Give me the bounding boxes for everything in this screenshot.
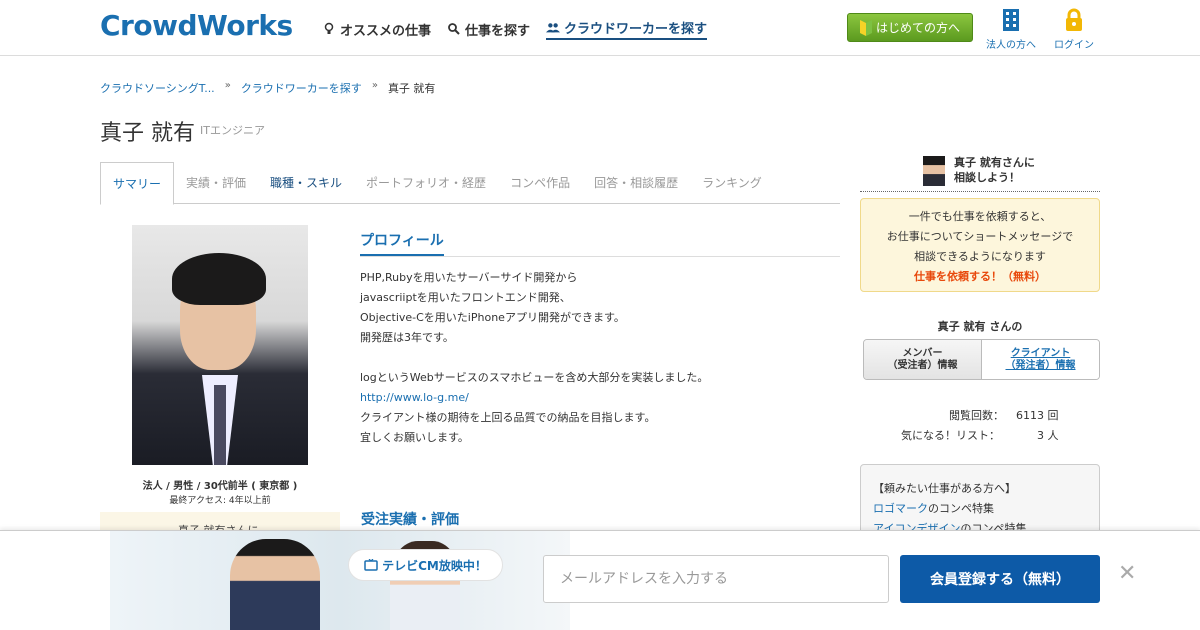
consult-header: 真子 就有さんに 相談しよう！ bbox=[860, 154, 1100, 192]
profile-tabs: サマリー 実績・評価 職種・スキル ポートフォリオ・経歴 コンペ作品 回答・相談… bbox=[100, 162, 840, 205]
tab-answers[interactable]: 回答・相談履歴 bbox=[582, 162, 690, 204]
views-label: 閲覧回数： bbox=[949, 409, 1004, 422]
breadcrumb-home[interactable]: クラウドソーシングT... bbox=[100, 80, 215, 96]
member-info-label: 真子 就有 さんの bbox=[937, 320, 1023, 333]
profile-website-link[interactable]: http://www.lo-g.me/ bbox=[360, 391, 469, 404]
request-job-link[interactable]: 仕事を依頼する！（無料） bbox=[914, 270, 1046, 283]
nav-find-jobs[interactable]: 仕事を探す bbox=[447, 18, 530, 40]
tab-skills[interactable]: 職種・スキル bbox=[258, 162, 354, 204]
favorites-label: 気になる！リスト： bbox=[901, 429, 1000, 442]
avatar bbox=[923, 156, 945, 186]
profile-text-2: クライアント様の期待を上回る品質での納品を目指します。 宜しくお願いします。 bbox=[360, 411, 656, 444]
site-header: CrowdWorks オススメの仕事 仕事を探す クラウドワーカーを探す はじめ… bbox=[0, 0, 1200, 56]
banner-image bbox=[110, 531, 570, 630]
corp-link-label: 法人の方へ bbox=[986, 40, 1036, 51]
tab-competition[interactable]: コンペ作品 bbox=[498, 162, 582, 204]
signup-banner: テレビCM放映中！ 会員登録する（無料） ✕ bbox=[0, 530, 1200, 630]
corp-link[interactable]: 法人の方へ bbox=[986, 8, 1036, 51]
photo-tie bbox=[214, 385, 226, 465]
nav-label: クラウドワーカーを探す bbox=[564, 22, 708, 37]
notice-line-2: お仕事についてショートメッセージで bbox=[886, 230, 1074, 243]
request-notice-box: 一件でも仕事を依頼すると、 お仕事についてショートメッセージで 相談できるように… bbox=[860, 198, 1100, 292]
building-icon bbox=[1003, 9, 1019, 31]
toggle-member-info[interactable]: メンバー （受注者）情報 bbox=[864, 340, 982, 379]
occupation: ITエンジニア bbox=[200, 124, 265, 137]
results-heading: 受注実績・評価 bbox=[361, 512, 459, 528]
user-attributes: 法人 / 男性 / 30代前半 ( 東京都 ) bbox=[142, 481, 298, 492]
banner-person-man bbox=[230, 539, 320, 630]
login-link[interactable]: ログイン bbox=[1054, 8, 1094, 51]
tv-cm-text: テレビCM放映中！ bbox=[382, 558, 487, 573]
breadcrumb-separator: » bbox=[224, 80, 231, 91]
tv-icon bbox=[364, 559, 378, 571]
profile-body: PHP,Rubyを用いたサーバーサイド開発から javascriiptを用いたフ… bbox=[360, 268, 840, 448]
job-box-title: 【頼みたい仕事がある方へ】 bbox=[873, 482, 1016, 495]
main-nav: オススメの仕事 仕事を探す クラウドワーカーを探す bbox=[322, 18, 708, 40]
photo-hair bbox=[172, 253, 266, 305]
logo-feature-link[interactable]: ロゴマーク bbox=[873, 502, 928, 515]
breadcrumb-separator: » bbox=[371, 80, 378, 91]
views-value: 6113 回 bbox=[1016, 409, 1059, 422]
profile-heading: プロフィール bbox=[360, 230, 444, 256]
nav-find-workers[interactable]: クラウドワーカーを探す bbox=[546, 18, 708, 40]
profile-text-1: PHP,Rubyを用いたサーバーサイド開発から javascriiptを用いたフ… bbox=[360, 271, 709, 384]
beginner-mark-icon bbox=[859, 19, 872, 36]
role-toggle: メンバー （受注者）情報 クライアント （発注者）情報 bbox=[863, 339, 1100, 380]
tab-summary[interactable]: サマリー bbox=[100, 162, 175, 205]
beginner-button-label: はじめての方へ bbox=[875, 21, 960, 35]
breadcrumb-current: 真子 就有 bbox=[387, 82, 436, 95]
profile-photo bbox=[132, 225, 308, 465]
notice-line-1: 一件でも仕事を依頼すると、 bbox=[908, 210, 1052, 223]
tab-portfolio[interactable]: ポートフォリオ・経歴 bbox=[354, 162, 498, 204]
consult-text: 真子 就有さんに 相談しよう！ bbox=[954, 156, 1035, 184]
page-title: 真子 就有 bbox=[100, 121, 195, 146]
breadcrumb-find-workers[interactable]: クラウドワーカーを探す bbox=[241, 80, 362, 96]
beginner-button[interactable]: はじめての方へ bbox=[847, 13, 973, 42]
users-icon bbox=[546, 22, 561, 32]
register-button[interactable]: 会員登録する（無料） bbox=[900, 555, 1100, 603]
profile-heading-bar: プロフィール bbox=[360, 230, 840, 257]
login-link-label: ログイン bbox=[1054, 40, 1094, 51]
tv-cm-bubble: テレビCM放映中！ bbox=[348, 549, 503, 581]
job-feature-text: のコンペ特集 bbox=[928, 502, 994, 515]
search-icon bbox=[448, 23, 460, 35]
crowdworks-logo[interactable]: CrowdWorks bbox=[100, 9, 293, 42]
breadcrumb: クラウドソーシングT... » クラウドワーカーを探す » 真子 就有 bbox=[100, 80, 435, 96]
lock-icon bbox=[1066, 8, 1082, 31]
toggle-client-info[interactable]: クライアント （発注者）情報 bbox=[982, 340, 1099, 379]
email-input[interactable] bbox=[543, 555, 889, 603]
nav-label: 仕事を探す bbox=[465, 23, 531, 39]
tab-results[interactable]: 実績・評価 bbox=[174, 162, 258, 204]
close-banner-icon[interactable]: ✕ bbox=[1118, 561, 1136, 586]
notice-line-3: 相談できるようになります bbox=[914, 250, 1046, 263]
nav-label: オススメの仕事 bbox=[340, 23, 432, 39]
favorites-value: 3 人 bbox=[1037, 429, 1059, 442]
nav-recommended-jobs[interactable]: オススメの仕事 bbox=[322, 18, 431, 40]
tab-ranking[interactable]: ランキング bbox=[690, 162, 774, 204]
last-access: 最終アクセス: 4年以上前 bbox=[169, 496, 271, 506]
lightbulb-icon bbox=[324, 22, 334, 34]
job-feature-1: ロゴマークのコンペ特集 bbox=[873, 499, 1087, 519]
